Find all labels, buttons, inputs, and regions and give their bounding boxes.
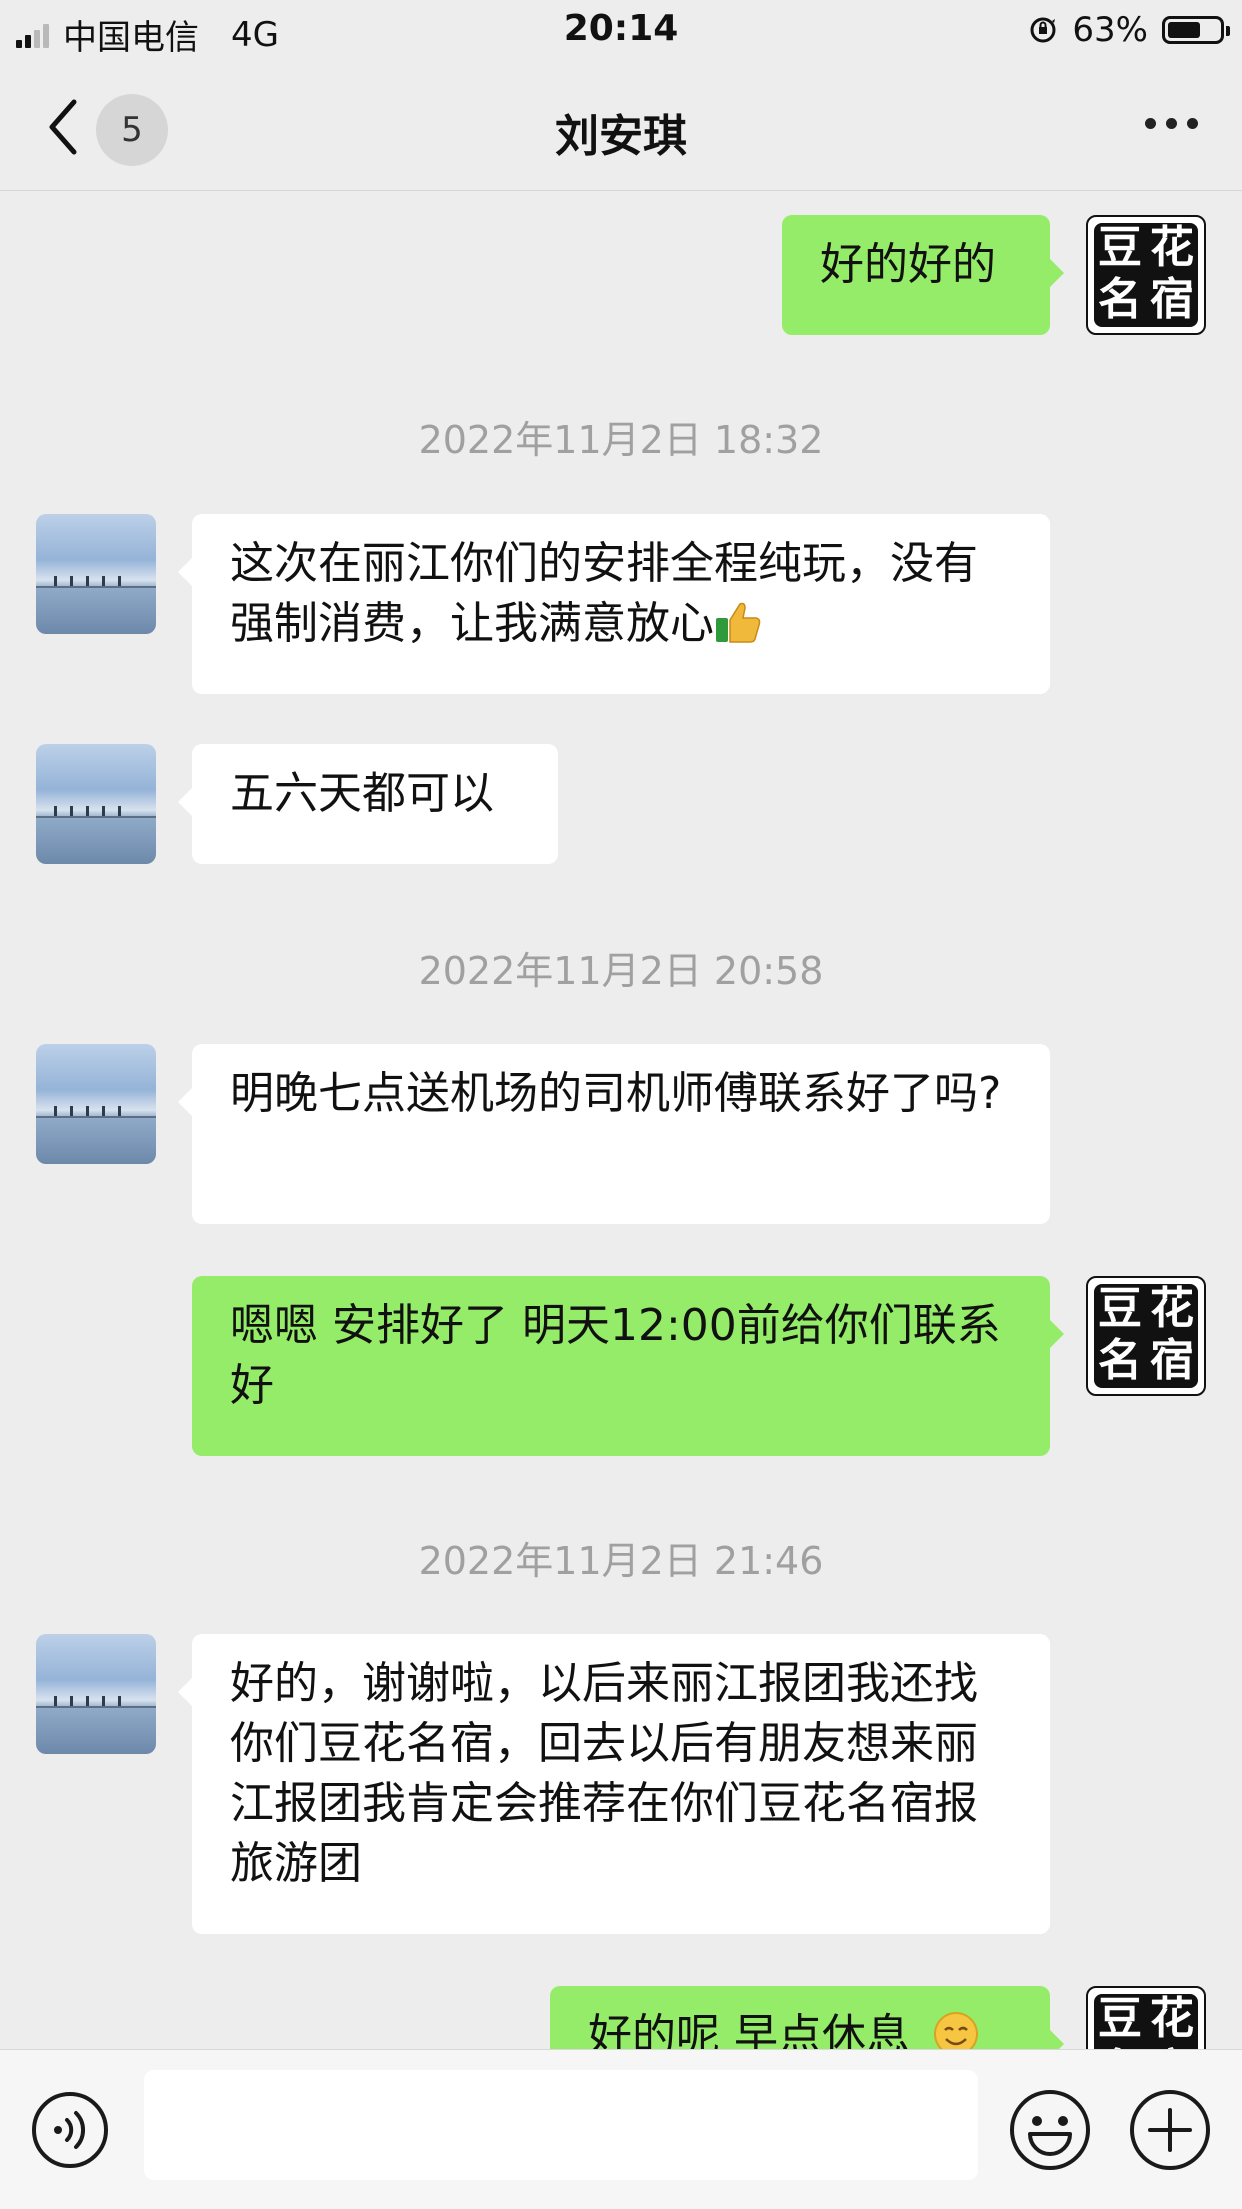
message-bubble-incoming[interactable]: 明晚七点送机场的司机师傅联系好了吗? bbox=[178, 1044, 1050, 1224]
thumbs-up-icon bbox=[716, 602, 761, 643]
more-icon[interactable] bbox=[1145, 118, 1198, 129]
chat-area[interactable]: 豆花名宿 好的好的 2022年11月2日 18:32 这次在丽江你们的安排全程纯… bbox=[0, 191, 1242, 2049]
timestamp: 2022年11月2日 21:46 bbox=[418, 1539, 824, 1583]
message-bubble-incoming[interactable]: 好的，谢谢啦，以后来丽江报团我还找你们豆花名宿，回去以后有朋友想来丽江报团我肯定… bbox=[178, 1634, 1050, 1934]
plus-icon[interactable] bbox=[1128, 2088, 1212, 2172]
contact-avatar[interactable] bbox=[36, 514, 156, 634]
status-right: 63% bbox=[1028, 10, 1230, 50]
contact-avatar[interactable] bbox=[36, 1044, 156, 1164]
message-text: 五六天都可以 bbox=[230, 768, 494, 819]
timestamp: 2022年11月2日 18:32 bbox=[418, 418, 824, 462]
message-text: 好的，谢谢啦，以后来丽江报团我还找你们豆花名宿，回去以后有朋友想来丽江报团我肯定… bbox=[230, 1658, 978, 1889]
message-bubble-outgoing[interactable]: 好的好的 bbox=[782, 215, 1064, 335]
message-bubble-outgoing[interactable]: 嗯嗯 安排好了 明天12:00前给你们联系好 bbox=[192, 1276, 1064, 1456]
message-text: 这次在丽江你们的安排全程纯玩，没有强制消费，让我满意放心 bbox=[230, 538, 978, 649]
timestamp: 2022年11月2日 20:58 bbox=[418, 949, 824, 993]
self-avatar[interactable]: 豆花名宿 bbox=[1086, 1986, 1206, 2049]
emoji-icon[interactable] bbox=[1008, 2088, 1092, 2172]
message-bubble-incoming[interactable]: 这次在丽江你们的安排全程纯玩，没有强制消费，让我满意放心 bbox=[178, 514, 1050, 694]
contact-avatar[interactable] bbox=[36, 1634, 156, 1754]
message-input[interactable] bbox=[144, 2070, 978, 2180]
battery-icon bbox=[1162, 16, 1230, 44]
message-text: 嗯嗯 安排好了 明天12:00前给你们联系好 bbox=[230, 1300, 1001, 1411]
message-text: 好的好的 bbox=[820, 239, 996, 290]
voice-icon[interactable] bbox=[30, 2090, 110, 2170]
screen-rotation-lock-icon bbox=[1030, 17, 1056, 43]
contact-avatar[interactable] bbox=[36, 744, 156, 864]
self-avatar[interactable]: 豆花名宿 bbox=[1086, 215, 1206, 335]
nav-bar: 5 刘安琪 bbox=[0, 64, 1242, 191]
battery-fill bbox=[1168, 22, 1200, 38]
message-bubble-incoming[interactable]: 五六天都可以 bbox=[178, 744, 558, 864]
input-bar bbox=[0, 2049, 1242, 2209]
chat-title: 刘安琪 bbox=[555, 111, 687, 162]
self-avatar[interactable]: 豆花名宿 bbox=[1086, 1276, 1206, 1396]
smile-emoji-icon bbox=[934, 2012, 978, 2049]
message-text: 好的呢 早点休息 bbox=[588, 2010, 910, 2049]
status-bar: 中国电信 4G 20:14 63% bbox=[0, 0, 1242, 64]
message-text: 明晚七点送机场的司机师傅联系好了吗? bbox=[230, 1068, 1002, 1119]
message-bubble-outgoing[interactable]: 好的呢 早点休息 bbox=[550, 1986, 1064, 2049]
battery-percent: 63% bbox=[1072, 10, 1148, 50]
